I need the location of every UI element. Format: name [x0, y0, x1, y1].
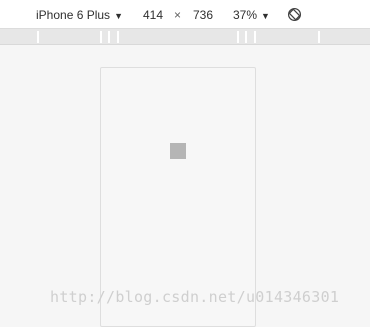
- watermark: http://blog.csdn.net/u014346301: [50, 288, 340, 306]
- ruler-mark[interactable]: [318, 31, 320, 43]
- ruler-mark[interactable]: [245, 31, 247, 43]
- zoom-dropdown-icon: ▼: [261, 11, 270, 21]
- rotate-icon[interactable]: [287, 7, 302, 22]
- zoom-label: 37%: [233, 8, 258, 22]
- device-selector[interactable]: iPhone 6 Plus ▼: [36, 8, 123, 23]
- ruler-mark[interactable]: [254, 31, 256, 43]
- zoom-selector[interactable]: 37% ▼: [233, 8, 270, 23]
- media-query-ruler: [0, 29, 370, 45]
- device-toolbar: iPhone 6 Plus ▼ 414 × 736 37% ▼: [0, 0, 370, 29]
- height-input[interactable]: 736: [193, 8, 213, 22]
- device-dropdown-icon: ▼: [114, 11, 123, 21]
- ruler-mark[interactable]: [37, 31, 39, 43]
- ruler-mark[interactable]: [100, 31, 102, 43]
- ruler-mark[interactable]: [108, 31, 110, 43]
- broken-image-icon: [170, 143, 186, 159]
- device-label: iPhone 6 Plus: [36, 8, 111, 22]
- ruler-mark[interactable]: [117, 31, 119, 43]
- width-input[interactable]: 414: [143, 8, 163, 22]
- dimension-separator: ×: [174, 8, 182, 22]
- ruler-mark[interactable]: [237, 31, 239, 43]
